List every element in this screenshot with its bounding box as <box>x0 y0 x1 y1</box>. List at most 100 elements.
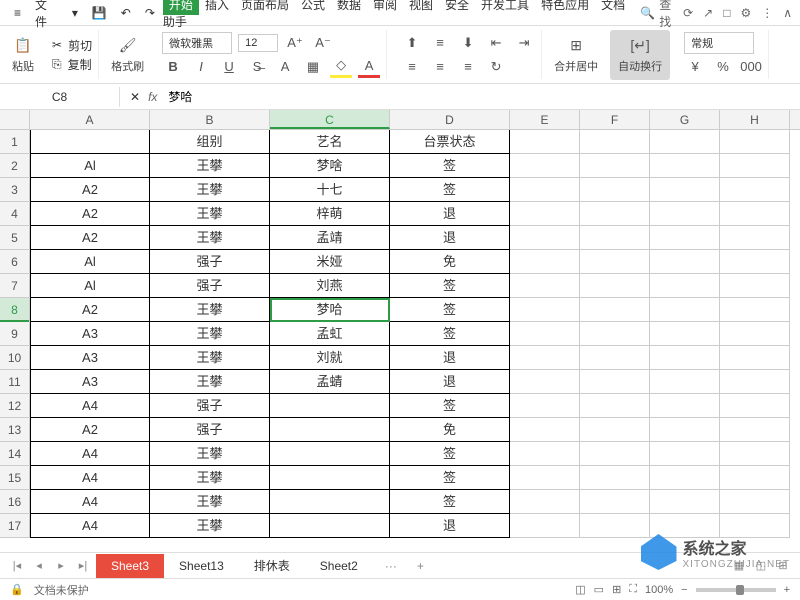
cell-F5[interactable] <box>580 226 650 250</box>
cell-C14[interactable] <box>270 442 390 466</box>
cell-B5[interactable]: 王攀 <box>150 226 270 250</box>
cell-F7[interactable] <box>580 274 650 298</box>
row-header-1[interactable]: 1 <box>0 130 29 154</box>
row-header-11[interactable]: 11 <box>0 370 29 394</box>
share-icon[interactable]: ↗ <box>703 6 713 20</box>
cell-A6[interactable]: Al <box>30 250 150 274</box>
cell-F16[interactable] <box>580 490 650 514</box>
cell-A11[interactable]: A3 <box>30 370 150 394</box>
col-header-C[interactable]: C <box>270 110 390 129</box>
cell-E3[interactable] <box>510 178 580 202</box>
cell-B6[interactable]: 强子 <box>150 250 270 274</box>
row-header-17[interactable]: 17 <box>0 514 29 538</box>
cell-C3[interactable]: 十七 <box>270 178 390 202</box>
align-center-button[interactable]: ≡ <box>429 56 451 78</box>
cell-H15[interactable] <box>720 466 790 490</box>
align-right-button[interactable]: ≡ <box>457 56 479 78</box>
bold-button[interactable]: B <box>162 56 184 78</box>
font-name-select[interactable]: 微软雅黑 <box>162 32 232 54</box>
col-header-G[interactable]: G <box>650 110 720 129</box>
copy-button[interactable]: ⎘复制 <box>52 56 92 73</box>
row-header-9[interactable]: 9 <box>0 322 29 346</box>
decrease-font-button[interactable]: A⁻ <box>312 32 334 54</box>
cell-F15[interactable] <box>580 466 650 490</box>
cell-E6[interactable] <box>510 250 580 274</box>
align-top-button[interactable]: ⬆ <box>401 32 423 54</box>
last-sheet-button[interactable]: ▸| <box>74 557 92 575</box>
cell-F6[interactable] <box>580 250 650 274</box>
cell-F17[interactable] <box>580 514 650 538</box>
cell-C5[interactable]: 孟靖 <box>270 226 390 250</box>
cell-G8[interactable] <box>650 298 720 322</box>
font-size-select[interactable]: 12 <box>238 34 278 52</box>
border-button[interactable]: ▦ <box>302 56 324 78</box>
wrap-text-button[interactable]: [↵] 自动换行 <box>610 30 670 80</box>
save-icon[interactable]: 💾 <box>86 3 113 23</box>
row-header-8[interactable]: 8 <box>0 298 29 322</box>
cell-B13[interactable]: 强子 <box>150 418 270 442</box>
next-sheet-button[interactable]: ▸ <box>52 557 70 575</box>
cell-B16[interactable]: 王攀 <box>150 490 270 514</box>
ribbon-tab-2[interactable]: 页面布局 <box>235 0 295 15</box>
cell-H16[interactable] <box>720 490 790 514</box>
comma-button[interactable]: 000 <box>740 56 762 78</box>
cell-C7[interactable]: 刘燕 <box>270 274 390 298</box>
cell-C10[interactable]: 刘就 <box>270 346 390 370</box>
ribbon-tab-8[interactable]: 开发工具 <box>475 0 535 15</box>
cell-A16[interactable]: A4 <box>30 490 150 514</box>
cell-A13[interactable]: A2 <box>30 418 150 442</box>
cell-A8[interactable]: A2 <box>30 298 150 322</box>
grid-icon[interactable]: ⊞ <box>612 583 621 596</box>
cell-E17[interactable] <box>510 514 580 538</box>
cell-F9[interactable] <box>580 322 650 346</box>
cell-A9[interactable]: A3 <box>30 322 150 346</box>
cell-D15[interactable]: 签 <box>390 466 510 490</box>
ribbon-tab-3[interactable]: 公式 <box>295 0 331 15</box>
menu-icon[interactable]: ≡ <box>8 3 27 23</box>
ribbon-tab-4[interactable]: 数据 <box>331 0 367 15</box>
cell-D11[interactable]: 退 <box>390 370 510 394</box>
cell-G3[interactable] <box>650 178 720 202</box>
search-box[interactable]: 🔍 查找 <box>640 0 681 30</box>
cell-C1[interactable]: 艺名 <box>270 130 390 154</box>
fx-cancel-icon[interactable]: ✕ <box>130 90 140 104</box>
cell-G15[interactable] <box>650 466 720 490</box>
cell-H3[interactable] <box>720 178 790 202</box>
cell-B15[interactable]: 王攀 <box>150 466 270 490</box>
cells-area[interactable]: 组别艺名台票状态Al王攀梦啥签A2王攀十七签A2王攀梓萌退A2王攀孟靖退Al强子… <box>30 130 800 538</box>
cell-D3[interactable]: 签 <box>390 178 510 202</box>
ribbon-tab-7[interactable]: 安全 <box>439 0 475 15</box>
cell-D13[interactable]: 免 <box>390 418 510 442</box>
format-painter-button[interactable]: 🖌 格式刷 <box>107 36 148 74</box>
zoom-slider[interactable] <box>696 588 776 592</box>
sheet-tab-1[interactable]: Sheet13 <box>164 554 239 578</box>
cell-G13[interactable] <box>650 418 720 442</box>
cell-G16[interactable] <box>650 490 720 514</box>
cell-A1[interactable] <box>30 130 150 154</box>
row-header-10[interactable]: 10 <box>0 346 29 370</box>
formula-input[interactable] <box>165 87 790 107</box>
strikethrough-button[interactable]: S̶ <box>246 56 268 78</box>
fullscreen-icon[interactable]: ⛶ <box>629 583 637 596</box>
cell-B9[interactable]: 王攀 <box>150 322 270 346</box>
more-icon[interactable]: ⋮ <box>761 6 773 20</box>
cell-E1[interactable] <box>510 130 580 154</box>
zoom-in-button[interactable]: + <box>784 584 790 596</box>
row-header-13[interactable]: 13 <box>0 418 29 442</box>
fx-icon[interactable]: fx <box>148 90 157 104</box>
cell-H9[interactable] <box>720 322 790 346</box>
reading-icon[interactable]: ▭ <box>594 583 604 596</box>
cell-G14[interactable] <box>650 442 720 466</box>
cell-D5[interactable]: 退 <box>390 226 510 250</box>
dropdown-icon[interactable]: ▾ <box>66 3 84 23</box>
file-menu[interactable]: 文件 <box>29 0 64 33</box>
cell-G5[interactable] <box>650 226 720 250</box>
first-sheet-button[interactable]: |◂ <box>8 557 26 575</box>
cell-D12[interactable]: 签 <box>390 394 510 418</box>
sheet-tab-2[interactable]: 排休表 <box>239 554 305 578</box>
col-header-A[interactable]: A <box>30 110 150 129</box>
fill-color-button[interactable]: ◇ <box>330 56 352 78</box>
row-header-16[interactable]: 16 <box>0 490 29 514</box>
cell-D4[interactable]: 退 <box>390 202 510 226</box>
cell-H13[interactable] <box>720 418 790 442</box>
